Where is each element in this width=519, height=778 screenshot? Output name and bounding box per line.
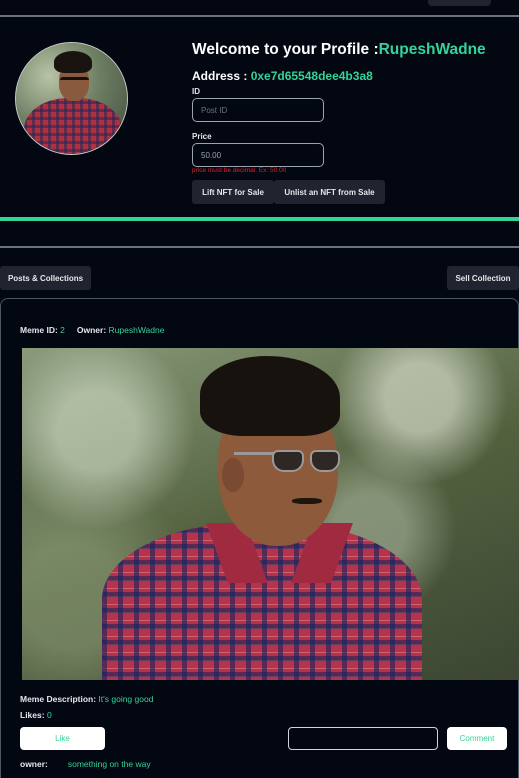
lift-nft-button[interactable]: Lift NFT for Sale — [192, 180, 274, 204]
price-error-message: price must be decimal. Ex: 50.00 — [192, 167, 287, 174]
meme-likes: Likes: 0 — [20, 710, 52, 720]
section-divider — [0, 246, 519, 248]
comment-button[interactable]: Comment — [447, 727, 507, 750]
tab-sell-collection[interactable]: Sell Collection — [447, 266, 519, 290]
meme-likes-value: 0 — [46, 710, 52, 720]
comment-owner-label: owner: — [20, 759, 48, 769]
id-label: ID — [192, 87, 200, 96]
meme-owner-value: RupeshWadne — [108, 325, 165, 335]
meme-owner-label: Owner: — [76, 325, 109, 335]
meme-id-label: Meme ID: — [20, 325, 61, 335]
price-input[interactable] — [192, 143, 324, 167]
profile-welcome-heading: Welcome to your Profile :RupeshWadne — [192, 41, 486, 59]
top-menu-button[interactable] — [428, 0, 491, 6]
header-divider — [0, 15, 519, 17]
welcome-prefix: Welcome to your Profile : — [192, 41, 379, 58]
post-id-input[interactable] — [192, 98, 324, 122]
meme-image — [22, 348, 519, 680]
profile-avatar — [15, 42, 128, 155]
profile-username: RupeshWadne — [378, 41, 486, 58]
comment-text: something on the way — [67, 759, 151, 769]
like-button[interactable]: Like — [20, 727, 105, 750]
tab-posts-collections[interactable]: Posts & Collections — [0, 266, 91, 290]
meme-description-value: It's going good — [98, 694, 154, 704]
meme-likes-label: Likes: — [20, 710, 47, 720]
meme-id-value: 2 — [60, 325, 65, 335]
price-label: Price — [192, 132, 212, 141]
accent-divider — [0, 217, 519, 221]
address-label: Address : — [192, 69, 251, 83]
meme-meta: Meme ID: 2 Owner: RupeshWadne — [20, 325, 164, 335]
unlist-nft-button[interactable]: Unlist an NFT from Sale — [274, 180, 385, 204]
meme-description-label: Meme Description: — [20, 694, 99, 704]
wallet-address: Address : 0xe7d65548dee4b3a8 — [192, 69, 373, 83]
comment-entry: owner: something on the way — [20, 759, 151, 769]
address-value: 0xe7d65548dee4b3a8 — [250, 69, 373, 83]
meme-description: Meme Description: It's going good — [20, 694, 153, 704]
comment-input[interactable] — [288, 727, 438, 750]
